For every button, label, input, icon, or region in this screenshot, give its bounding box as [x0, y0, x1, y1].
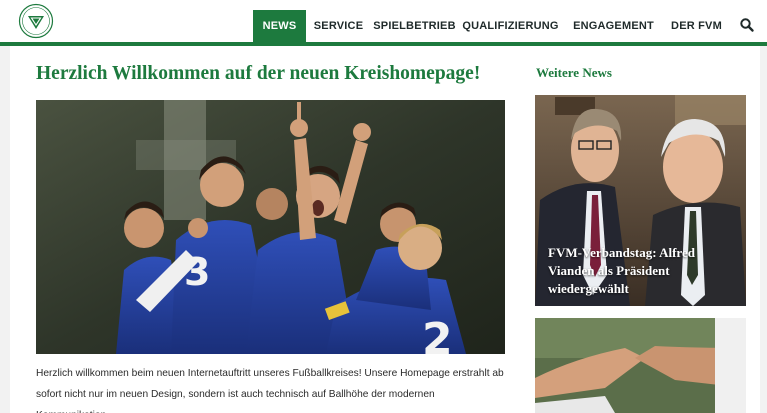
nav-item-news[interactable]: NEWS [253, 10, 306, 42]
news-card[interactable]: FVM-Verbandstag: Alfred Vianden als Präs… [535, 95, 746, 306]
svg-text:2: 2 [422, 314, 453, 354]
header-divider [0, 42, 767, 46]
article-intro: Herzlich willkommen beim neuen Interneta… [36, 368, 504, 413]
sidebar-title: Weitere News [536, 65, 612, 80]
dfb-logo-icon[interactable] [18, 3, 54, 39]
celebrating-players-image: 3 2 [36, 100, 505, 354]
search-icon[interactable] [738, 16, 756, 34]
handshake-image [535, 318, 746, 413]
site-header: NEWS SERVICE SPIELBETRIEB QUALIFIZIERUNG… [0, 0, 767, 46]
article-title[interactable]: Herzlich Willkommen auf der neuen Kreish… [36, 63, 480, 85]
nav-item-der-fvm[interactable]: DER FVM [664, 10, 729, 42]
main-nav: NEWS SERVICE SPIELBETRIEB QUALIFIZIERUNG… [253, 10, 729, 42]
nav-item-spielbetrieb[interactable]: SPIELBETRIEB [371, 10, 458, 42]
nav-item-engagement[interactable]: ENGAGEMENT [563, 10, 664, 42]
nav-item-service[interactable]: SERVICE [306, 10, 371, 42]
hero-image[interactable]: 3 2 [36, 100, 505, 354]
nav-item-qualifizierung[interactable]: QUALIFIZIERUNG [458, 10, 563, 42]
news-card-caption: FVM-Verbandstag: Alfred Vianden als Präs… [548, 245, 695, 296]
news-card-2[interactable] [535, 318, 746, 413]
